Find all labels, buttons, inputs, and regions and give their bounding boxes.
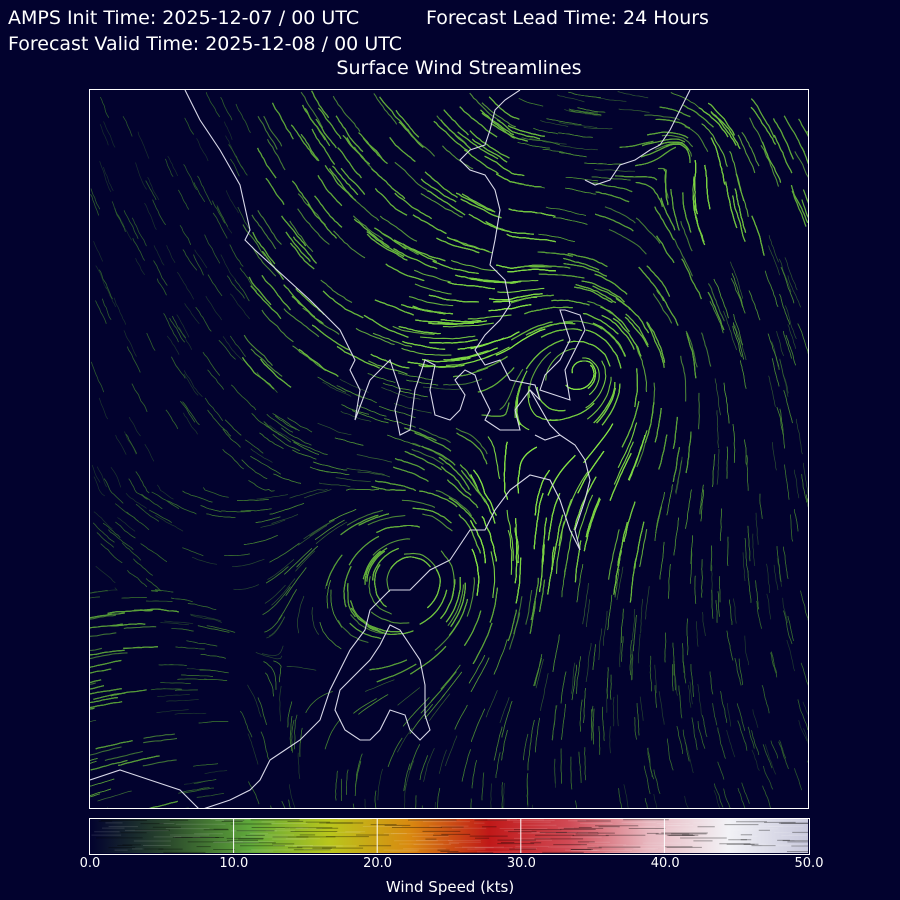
colorbar-tick-label: 40.0 bbox=[650, 856, 680, 871]
wind-speed-colorbar bbox=[89, 818, 810, 855]
colorbar-tick-label: 20.0 bbox=[363, 856, 393, 871]
init-time-label: AMPS Init Time: 2025-12-07 / 00 UTC bbox=[8, 7, 360, 29]
colorbar-tick-label: 50.0 bbox=[794, 856, 824, 871]
colorbar-label: Wind Speed (kts) bbox=[385, 878, 515, 896]
map-title: Surface Wind Streamlines bbox=[336, 57, 582, 79]
colorbar-tick-label: 10.0 bbox=[219, 856, 249, 871]
colorbar-tick-label: 0.0 bbox=[79, 856, 101, 871]
coastline bbox=[90, 90, 691, 808]
valid-time-label: Forecast Valid Time: 2025-12-08 / 00 UTC bbox=[8, 33, 402, 55]
lead-time-label: Forecast Lead Time: 24 Hours bbox=[426, 7, 709, 29]
colorbar-tick-label: 30.0 bbox=[506, 856, 536, 871]
wind-streamline-map bbox=[89, 89, 809, 809]
wind-streamlines bbox=[90, 90, 808, 808]
